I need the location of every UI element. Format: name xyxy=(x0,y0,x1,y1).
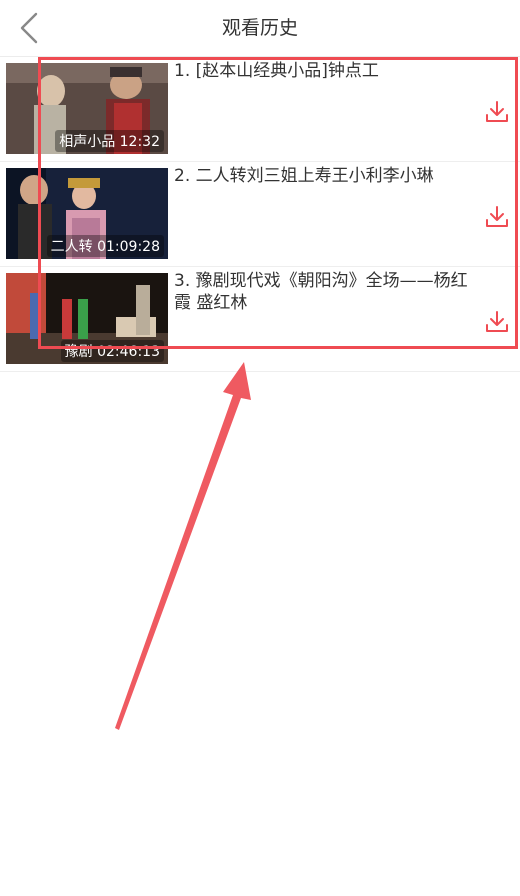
history-item[interactable]: 相声小品 12:32 1. [赵本山经典小品]钟点工 xyxy=(0,57,520,162)
video-thumbnail[interactable]: 相声小品 12:32 xyxy=(6,63,168,154)
header-bar: 观看历史 xyxy=(0,0,520,57)
video-title[interactable]: 2. 二人转刘三姐上寿王小利李小琳 xyxy=(174,165,474,187)
video-title[interactable]: 1. [赵本山经典小品]钟点工 xyxy=(174,60,474,82)
history-item[interactable]: 豫剧 02:46:13 3. 豫剧现代戏《朝阳沟》全场——杨红霞 盛红林 xyxy=(0,267,520,372)
thumbnail-caption: 豫剧 02:46:13 xyxy=(60,340,164,362)
download-button[interactable] xyxy=(484,204,510,230)
download-icon xyxy=(486,101,508,122)
page-title: 观看历史 xyxy=(221,17,298,39)
video-thumbnail[interactable]: 豫剧 02:46:13 xyxy=(6,273,168,364)
download-button[interactable] xyxy=(484,309,510,335)
history-item[interactable]: 二人转 01:09:28 2. 二人转刘三姐上寿王小利李小琳 xyxy=(0,162,520,267)
history-list: 相声小品 12:32 1. [赵本山经典小品]钟点工 二人转 01:09:28 xyxy=(0,57,520,372)
thumbnail-caption: 二人转 01:09:28 xyxy=(46,235,164,257)
video-thumbnail[interactable]: 二人转 01:09:28 xyxy=(6,168,168,259)
download-button[interactable] xyxy=(484,99,510,125)
video-title[interactable]: 3. 豫剧现代戏《朝阳沟》全场——杨红霞 盛红林 xyxy=(174,270,474,314)
download-icon xyxy=(486,311,508,332)
thumbnail-caption: 相声小品 12:32 xyxy=(55,130,164,152)
download-icon xyxy=(486,206,508,227)
